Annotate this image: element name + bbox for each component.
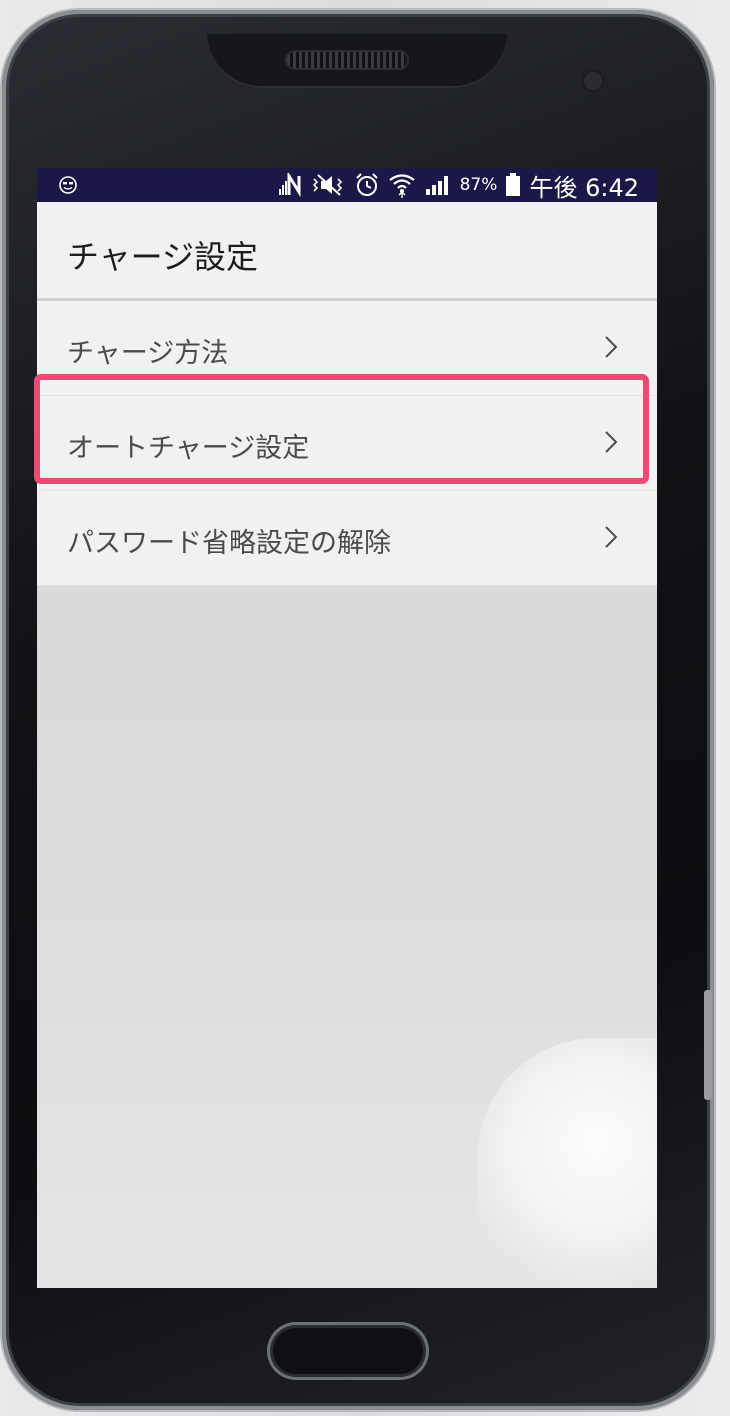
battery-icon — [505, 168, 521, 202]
chevron-right-icon — [603, 334, 619, 360]
alarm-icon — [354, 168, 380, 202]
menu-item-password-skip[interactable]: パスワード省略設定の解除 — [37, 491, 657, 586]
menu-item-auto-charge[interactable]: オートチャージ設定 — [37, 396, 657, 491]
status-bar: 87% 午後 6:42 — [37, 168, 657, 202]
smiley-icon — [59, 176, 77, 194]
earpiece-speaker — [287, 52, 407, 68]
volume-key[interactable] — [704, 990, 712, 1100]
menu-item-label: パスワード省略設定の解除 — [67, 528, 391, 559]
chevron-right-icon — [603, 524, 619, 550]
phone-screen: 87% 午後 6:42 チャージ設定 チャージ方法 オートチャージ設定 パスワー… — [37, 168, 657, 1288]
settings-list: チャージ方法 オートチャージ設定 パスワード省略設定の解除 — [37, 301, 657, 586]
menu-item-charge-method[interactable]: チャージ方法 — [37, 301, 657, 396]
app-bar: チャージ設定 — [37, 202, 657, 301]
phone-device: 87% 午後 6:42 チャージ設定 チャージ方法 オートチャージ設定 パスワー… — [2, 10, 714, 1410]
menu-item-label: チャージ方法 — [67, 338, 229, 369]
menu-item-label: オートチャージ設定 — [67, 433, 310, 464]
clock: 午後 6:42 — [529, 173, 639, 202]
chevron-right-icon — [603, 429, 619, 455]
battery-percent: 87% — [459, 175, 498, 195]
page-title: チャージ設定 — [67, 238, 259, 276]
mute-icon — [312, 168, 346, 202]
front-camera — [584, 72, 602, 90]
home-button[interactable] — [267, 1322, 429, 1380]
status-icons: 87% 午後 6:42 — [278, 168, 639, 202]
wifi-icon — [388, 168, 416, 202]
nfc-icon — [278, 168, 304, 202]
signal-icon — [424, 168, 452, 202]
